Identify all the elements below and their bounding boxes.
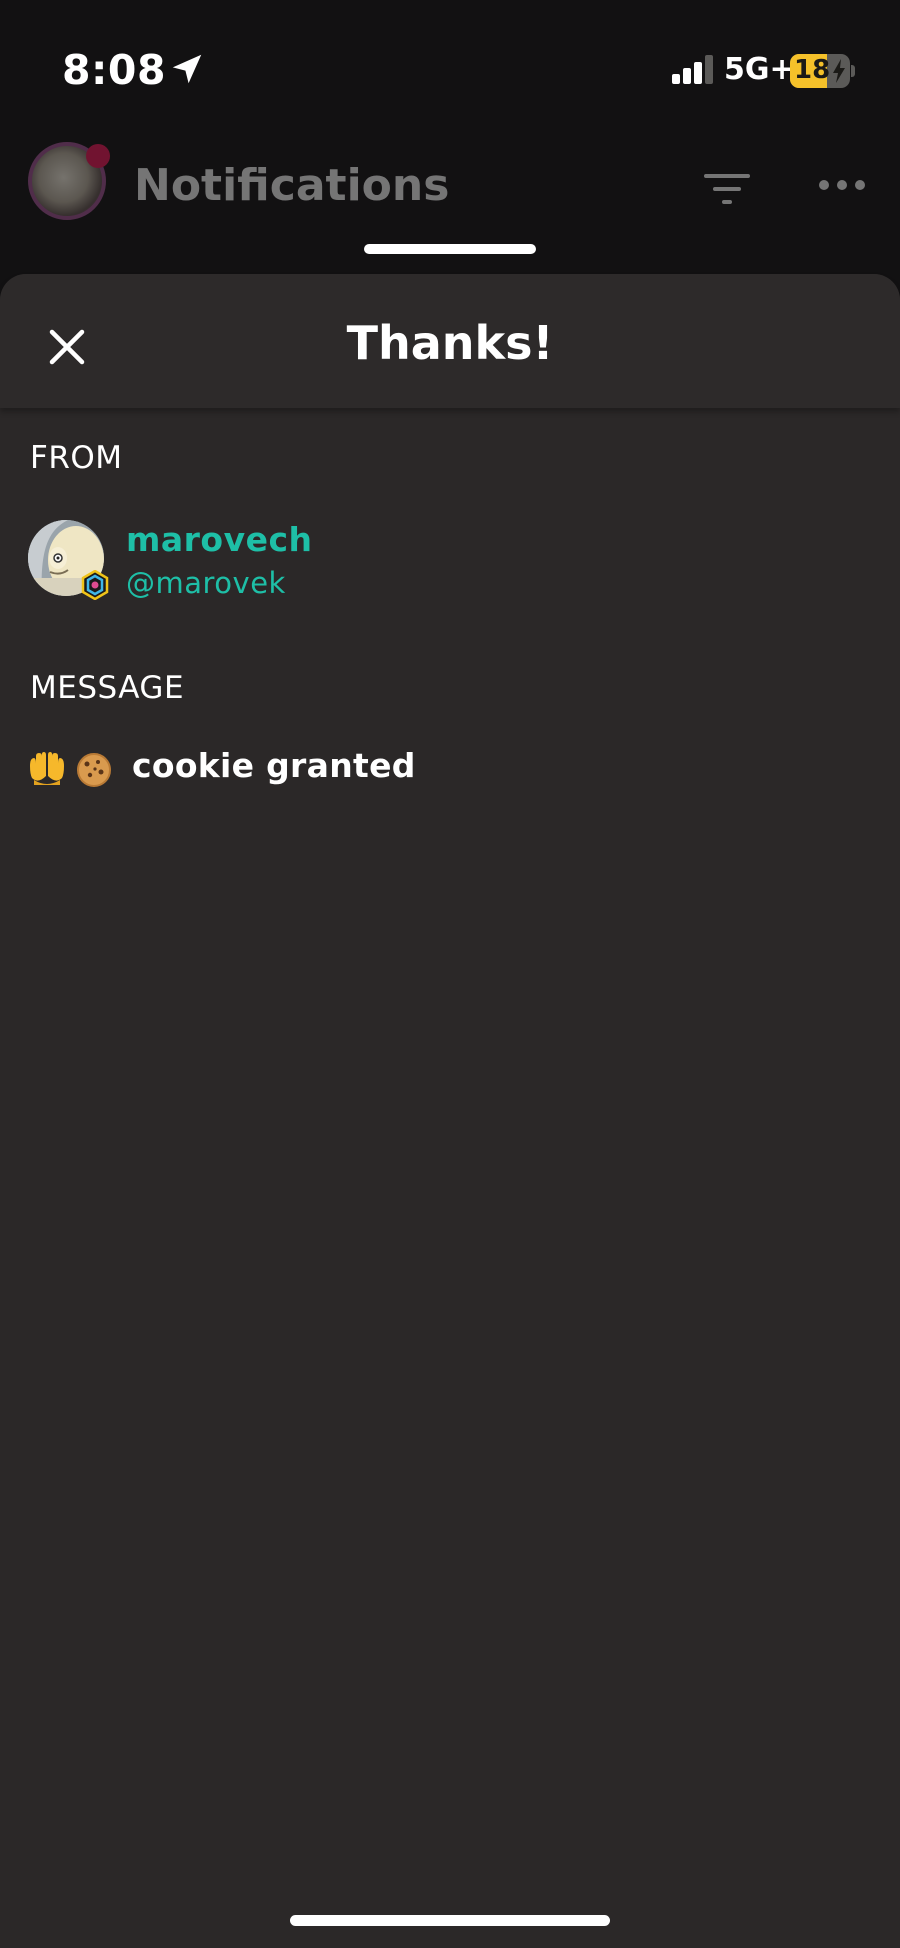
network-type: 5G+ <box>724 52 795 87</box>
sender-handle: @marovek <box>126 566 286 600</box>
location-arrow-icon <box>172 54 202 84</box>
notification-dot <box>86 144 110 168</box>
sender-display-name: marovech <box>126 520 313 559</box>
home-indicator[interactable] <box>290 1915 610 1926</box>
thanks-sheet: Thanks! FROM marovech @marovek MESSAGE c… <box>0 274 900 1948</box>
sheet-title: Thanks! <box>346 316 554 370</box>
status-time: 8:08 <box>62 46 166 94</box>
page-title: Notifications <box>134 160 450 211</box>
verified-badge-icon <box>81 570 109 600</box>
filter-icon[interactable] <box>704 172 750 206</box>
battery-cap <box>851 65 855 77</box>
sender-row[interactable]: marovech @marovek <box>28 520 528 610</box>
from-label: FROM <box>30 440 123 476</box>
screen: 8:08 5G+ 18 Notifications Thanks! FROM m… <box>0 0 900 1948</box>
sheet-grabber[interactable] <box>364 244 536 254</box>
app-header: Notifications <box>0 130 900 250</box>
message-label: MESSAGE <box>30 670 185 706</box>
cellular-signal-icon <box>672 55 713 84</box>
palms-up-together-emoji <box>30 752 64 785</box>
sheet-header: Thanks! <box>0 274 900 408</box>
battery-charging-icon <box>833 59 845 83</box>
battery-indicator: 18 <box>790 54 850 88</box>
more-icon[interactable] <box>818 178 866 192</box>
message-text: cookie granted <box>132 746 416 785</box>
battery-level: 18 <box>794 55 831 85</box>
cookie-emoji <box>77 753 111 787</box>
